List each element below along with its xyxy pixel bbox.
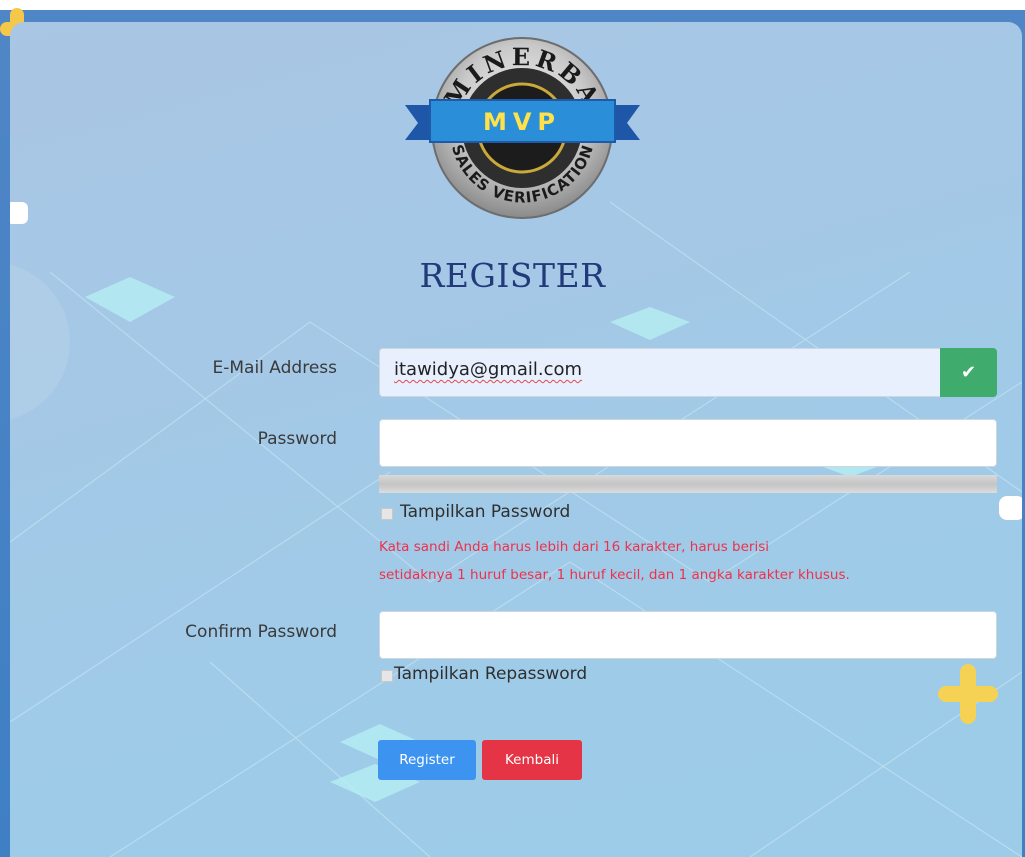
register-button[interactable]: Register bbox=[378, 740, 476, 780]
show-repassword-label[interactable]: Tampilkan Repassword bbox=[394, 664, 587, 684]
email-valid-indicator: ✔ bbox=[940, 348, 997, 397]
show-password-checkbox[interactable] bbox=[381, 508, 393, 520]
back-button[interactable]: Kembali bbox=[482, 740, 582, 780]
show-password-label[interactable]: Tampilkan Password bbox=[400, 502, 570, 522]
password-label: Password bbox=[257, 429, 337, 449]
minerba-mvp-logo: MINERBA MVP SALES VERIFICATION bbox=[405, 37, 640, 219]
bubble-decoration bbox=[10, 202, 28, 224]
check-icon: ✔ bbox=[960, 362, 977, 383]
bubble-decoration bbox=[999, 496, 1022, 520]
show-repassword-checkbox[interactable] bbox=[381, 670, 393, 682]
email-field[interactable]: itawidya@gmail.com bbox=[379, 348, 942, 397]
password-strength-bar bbox=[379, 475, 997, 493]
password-warning-line-1: Kata sandi Anda harus lebih dari 16 kara… bbox=[379, 539, 769, 555]
confirm-password-field[interactable] bbox=[379, 611, 997, 659]
svg-text:MVP: MVP bbox=[483, 108, 561, 136]
password-field[interactable] bbox=[379, 419, 997, 467]
confirm-password-label: Confirm Password bbox=[185, 622, 337, 642]
email-value: itawidya@gmail.com bbox=[394, 359, 583, 380]
page-title: REGISTER bbox=[419, 256, 606, 295]
password-warning-line-2: setidaknya 1 huruf besar, 1 huruf kecil,… bbox=[379, 567, 850, 583]
plus-decoration-icon bbox=[938, 664, 998, 724]
email-label: E-Mail Address bbox=[212, 358, 337, 378]
